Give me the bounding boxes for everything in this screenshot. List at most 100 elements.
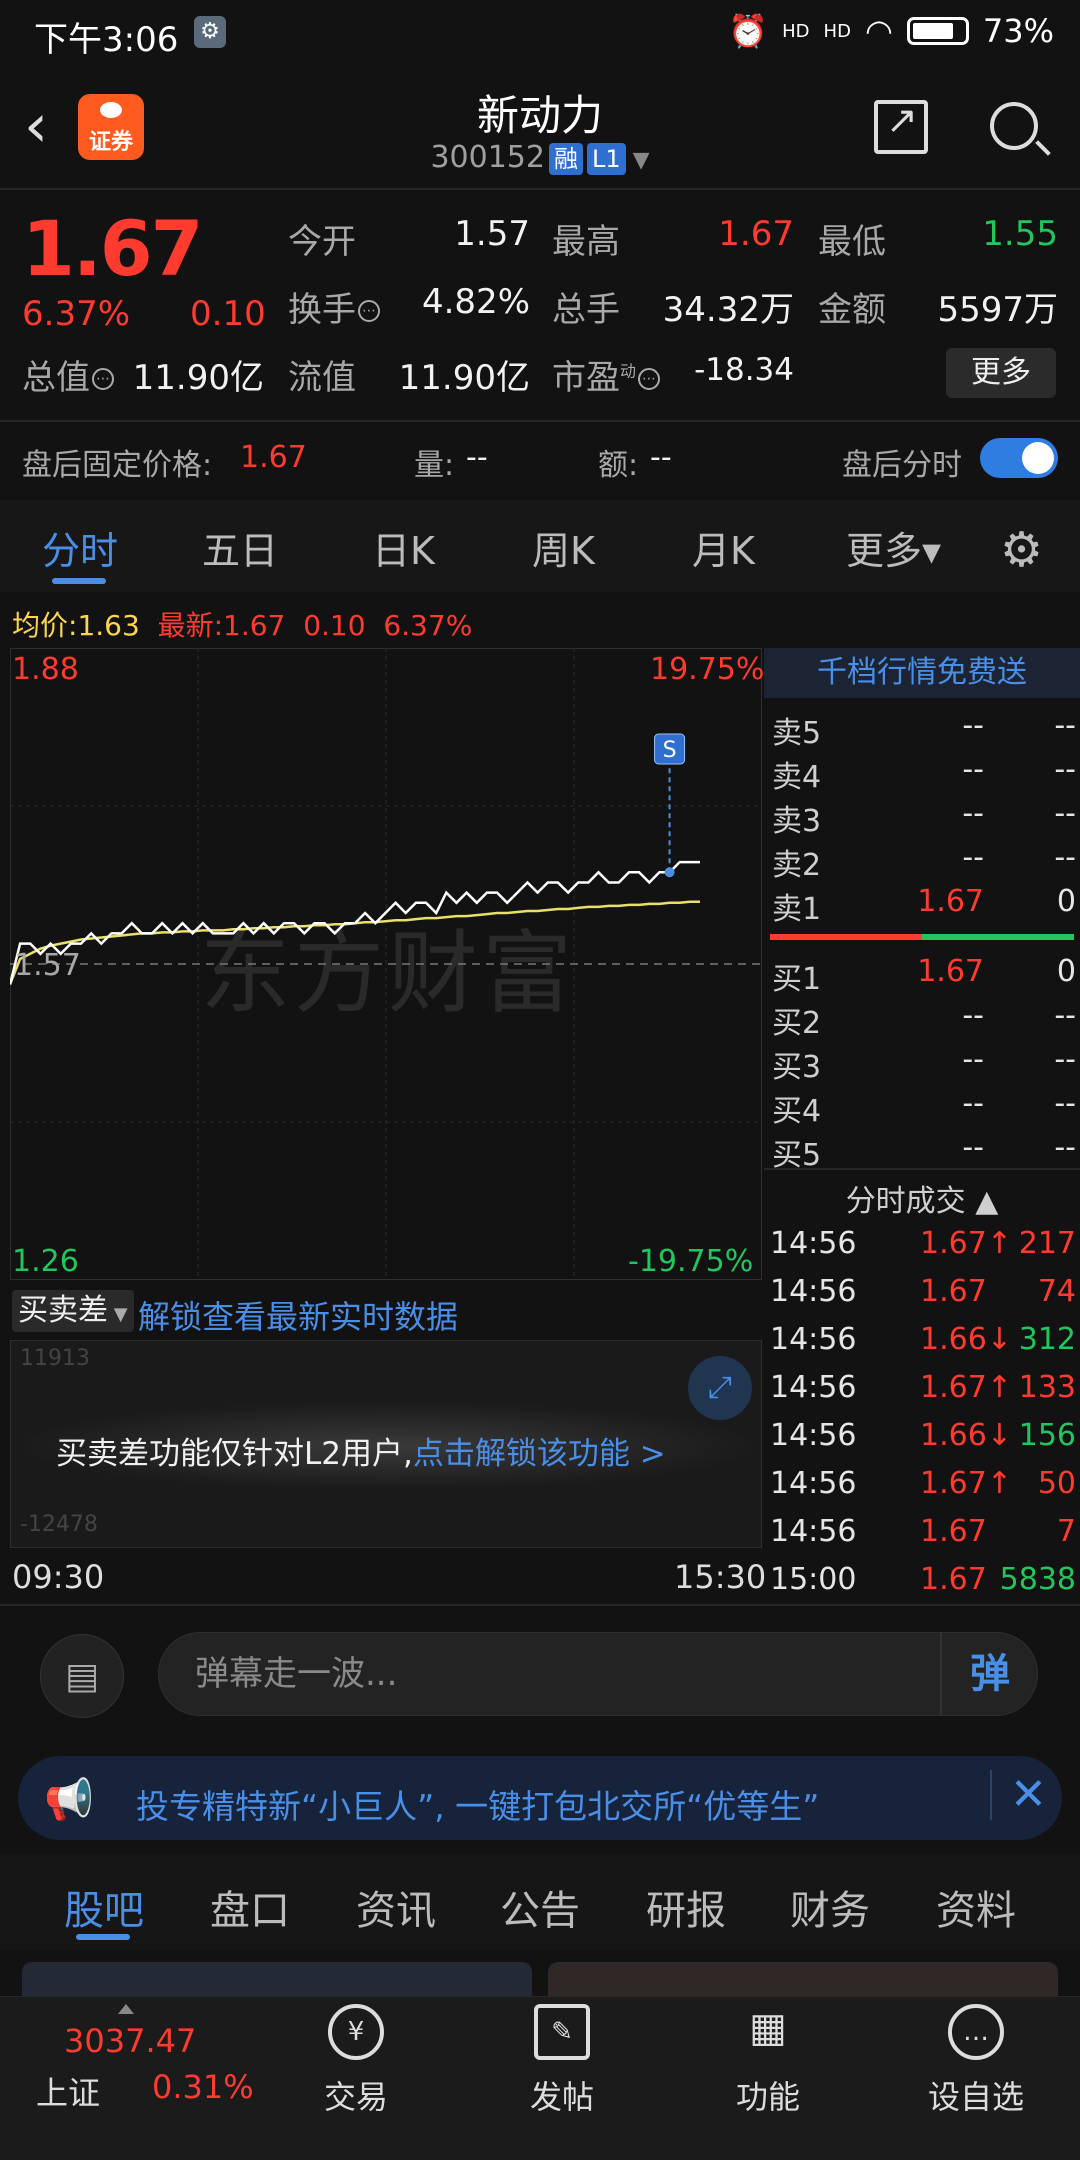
ask-volume: -- [1054, 752, 1076, 787]
mmc-unlock-feature-link[interactable]: 点击解锁该功能 > [413, 1436, 666, 1472]
level-tag: L1 [586, 143, 626, 175]
nav-trade[interactable]: ¥ 交易 [286, 2004, 426, 2118]
after-hours-amt-value: -- [650, 440, 672, 475]
tab-profile[interactable]: 资料 [936, 1878, 1016, 1936]
tab-research[interactable]: 研报 [646, 1878, 726, 1936]
tab-weekly-k[interactable]: 周K [532, 520, 595, 575]
latest-pct: 6.37% [383, 609, 473, 642]
ask-row[interactable]: 卖4 -- -- [764, 748, 1080, 795]
avg-label: 均价: [12, 609, 78, 642]
index-name[interactable]: 上证 [36, 2068, 100, 2114]
total-mv-value: 11.90亿 [132, 358, 264, 398]
lower-tab-underline [76, 1934, 130, 1940]
signal-icon-2: HD [823, 20, 851, 42]
tab-five-day[interactable]: 五日 [202, 520, 278, 575]
index-pct[interactable]: 0.31% [152, 2068, 254, 2106]
order-book-promo[interactable]: 千档行情免费送 [764, 648, 1080, 698]
close-icon[interactable]: ✕ [990, 1770, 1047, 1820]
search-icon[interactable] [990, 102, 1038, 150]
deal-volume: 217 [1018, 1226, 1076, 1261]
ask-row[interactable]: 卖5 -- -- [764, 704, 1080, 751]
tab-underline [52, 578, 106, 584]
danmaku-send-button[interactable]: 弹 [940, 1632, 1038, 1716]
bid-price: -- [962, 1086, 984, 1121]
chevron-down-icon: ▼ [108, 1304, 128, 1325]
tab-announcements[interactable]: 公告 [500, 1878, 580, 1936]
chart-tabs: 分时 五日 日K 周K 月K 更多▾ [0, 500, 1080, 592]
chart-info-line: 均价:1.63 最新:1.67 0.10 6.37% [12, 604, 472, 644]
divider [0, 188, 1080, 190]
tab-more[interactable]: 更多▾ [846, 520, 941, 575]
bid-row[interactable]: 买5 -- -- [764, 1126, 1080, 1173]
tab-intraday[interactable]: 分时 [42, 520, 118, 575]
tab-forum[interactable]: 股吧 [64, 1878, 144, 1936]
bid-volume: -- [1054, 1042, 1076, 1077]
bid-level: 买4 [772, 1094, 822, 1129]
margin-tag: 融 [548, 143, 583, 175]
ask-row[interactable]: 卖2 -- -- [764, 836, 1080, 883]
ratio-bid-fill [922, 934, 1074, 940]
deal-time: 14:56 [770, 1370, 857, 1405]
tab-order-detail[interactable]: 盘口 [210, 1878, 290, 1936]
low-value: 1.55 [982, 214, 1058, 254]
pe-label[interactable]: 市盈动 ⋯ [552, 350, 661, 399]
pe-label-text: 市盈 [552, 358, 620, 398]
expand-icon[interactable]: ⤢ [688, 1356, 752, 1420]
ask-price: -- [962, 708, 984, 743]
after-hours-price: 1.67 [240, 440, 307, 475]
nav-post[interactable]: ✎ 发帖 [492, 2004, 632, 2118]
nav-add-watchlist-label: 设自选 [927, 2078, 1024, 2116]
high-value: 1.67 [718, 214, 794, 254]
ask-bid-ratio-bar [770, 934, 1074, 940]
status-right: ⏰ HD HD ◠ 73% [728, 12, 1054, 50]
bid-row[interactable]: 买3 -- -- [764, 1038, 1080, 1085]
more-quote-button[interactable]: 更多 [946, 348, 1056, 398]
deal-volume: 50 [1037, 1466, 1076, 1501]
deals-title[interactable]: 分时成交 ▲ [764, 1176, 1080, 1220]
deal-row: 14:56 1.67 74 [770, 1274, 1076, 1318]
ad-text[interactable]: 投专精特新“小巨人”, 一键打包北交所“优等生” [136, 1780, 819, 1828]
total-mv-label[interactable]: 总值 ⋯ [22, 350, 114, 399]
mmc-message-text: 买卖差功能仅针对L2用户, [56, 1436, 413, 1472]
bid-price: -- [962, 1130, 984, 1165]
tab-monthly-k[interactable]: 月K [692, 520, 755, 575]
after-hours-toggle[interactable] [980, 438, 1058, 478]
bid-row[interactable]: 买4 -- -- [764, 1082, 1080, 1129]
deal-volume: 7 [1056, 1514, 1076, 1549]
share-icon[interactable] [874, 98, 928, 154]
wifi-icon: ◠ [864, 12, 893, 50]
divider [764, 1168, 1080, 1170]
status-time: 下午3:06 [34, 20, 179, 60]
bid-row[interactable]: 买2 -- -- [764, 994, 1080, 1041]
ask-row[interactable]: 卖1 1.67 0 [764, 880, 1080, 927]
danmaku-input[interactable]: 弹幕走一波... [158, 1632, 1038, 1716]
mmc-unlock-link[interactable]: 解锁查看最新实时数据 [138, 1292, 458, 1338]
yen-icon: ¥ [328, 2004, 384, 2060]
turnover-label[interactable]: 换手 ⋯ [288, 282, 380, 331]
mmc-message: 买卖差功能仅针对L2用户,点击解锁该功能 > [56, 1428, 666, 1473]
tab-financials[interactable]: 财务 [790, 1878, 870, 1936]
deal-volume: 74 [1037, 1274, 1076, 1309]
float-mv-value: 11.90亿 [398, 358, 530, 398]
tab-daily-k[interactable]: 日K [372, 520, 435, 575]
open-label: 今开 [288, 222, 356, 262]
gear-icon[interactable]: ⚙ [1000, 522, 1043, 578]
ask-level: 卖3 [772, 804, 822, 839]
note-settings-icon[interactable]: ▤ [40, 1634, 124, 1718]
bid-volume: 0 [1056, 954, 1076, 989]
intraday-chart[interactable]: S [10, 648, 762, 1280]
x-end-time: 15:30 [674, 1558, 767, 1596]
bid-row[interactable]: 买1 1.67 0 [764, 950, 1080, 997]
bid-level: 买1 [772, 962, 822, 997]
nav-post-label: 发帖 [529, 2078, 594, 2116]
deal-row: 14:56 1.67 7 [770, 1514, 1076, 1558]
tab-news[interactable]: 资讯 [356, 1878, 436, 1936]
index-value[interactable]: 3037.47 [64, 2022, 196, 2060]
nav-functions[interactable]: ▦ 功能 [698, 2004, 838, 2118]
megaphone-icon: 📢 [44, 1777, 94, 1823]
ask-row[interactable]: 卖3 -- -- [764, 792, 1080, 839]
nav-add-watchlist[interactable]: … 设自选 [906, 2004, 1046, 2118]
latest-label: 最新: [157, 609, 224, 642]
mmc-dropdown[interactable]: 买卖差 ▼ [12, 1290, 134, 1332]
bid-price: -- [962, 998, 984, 1033]
